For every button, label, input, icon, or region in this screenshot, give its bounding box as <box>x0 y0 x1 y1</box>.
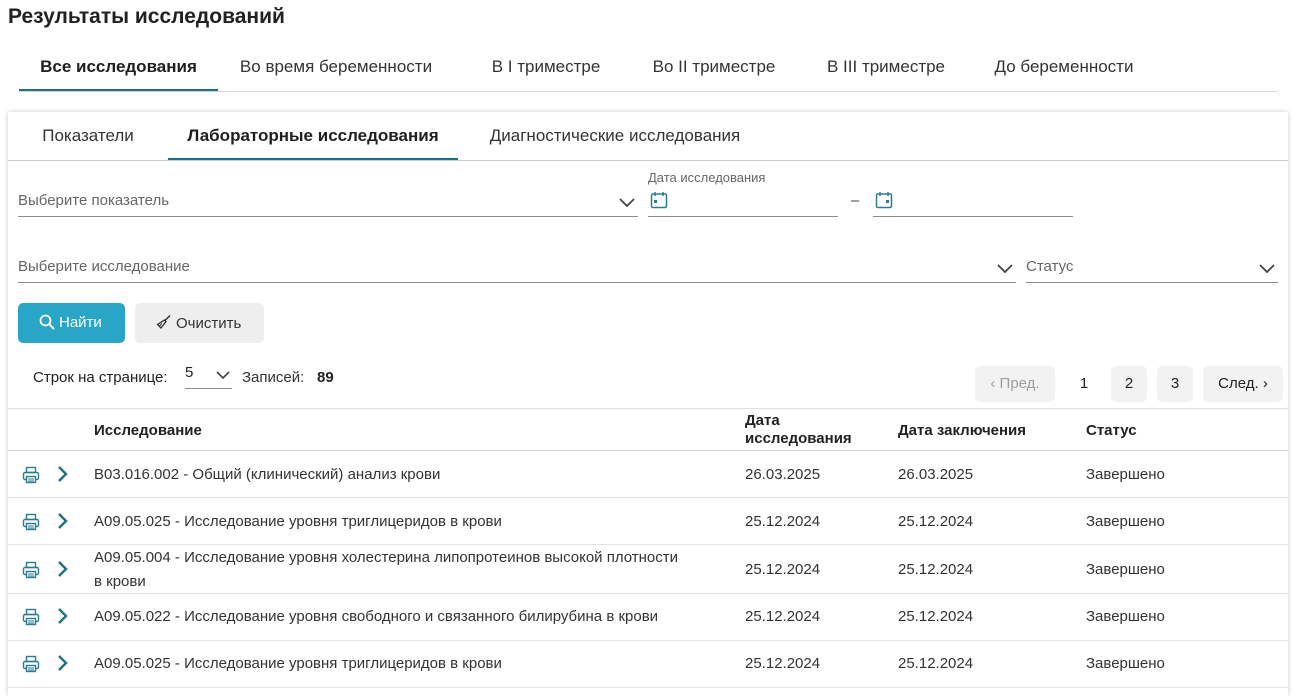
table-row[interactable]: A09.05.025 - Исследование уровня триглиц… <box>8 641 1288 688</box>
cell-status: Завершено <box>1086 513 1165 530</box>
cell-date-conclusion: 25.12.2024 <box>898 655 974 672</box>
table-row[interactable]: A09.05.025 - Исследование уровня триглиц… <box>8 498 1288 545</box>
chevron-right-icon[interactable] <box>57 560 69 578</box>
clear-button[interactable]: Очистить <box>135 303 264 343</box>
chevron-down-icon <box>216 371 230 380</box>
chevron-right-icon: › <box>1262 375 1268 392</box>
cell-study: A09.05.025 - Исследование уровня триглиц… <box>94 655 502 672</box>
cell-date-conclusion: 25.12.2024 <box>898 608 974 625</box>
next-page-button[interactable]: След. › <box>1203 366 1283 402</box>
records-label: Записей: <box>242 369 305 386</box>
calendar-icon[interactable] <box>875 191 893 209</box>
cell-study: A09.05.025 - Исследование уровня триглиц… <box>94 513 502 530</box>
tab-trimester-1[interactable]: В I триместре <box>481 48 611 91</box>
tab-during-pregnancy[interactable]: Во время беременности <box>231 48 441 91</box>
chevron-down-icon <box>997 264 1013 274</box>
table-row[interactable]: B03.016.002 - Общий (клинический) анализ… <box>8 451 1288 498</box>
cell-date-study: 25.12.2024 <box>745 655 821 672</box>
next-page-label: След. <box>1218 375 1259 392</box>
printer-icon[interactable] <box>22 655 40 673</box>
table-row[interactable]: A09.05.004 - Исследование уровня холесте… <box>8 545 1288 594</box>
header-date-study: Дата исследования <box>745 412 852 448</box>
table-header: Исследование Дата исследования Дата закл… <box>8 408 1288 451</box>
printer-icon[interactable] <box>22 561 40 579</box>
cell-date-conclusion: 26.03.2025 <box>898 466 974 483</box>
cell-study: B03.016.002 - Общий (клинический) анализ… <box>94 466 441 483</box>
date-to-field[interactable] <box>873 186 1073 217</box>
rows-per-page-value: 5 <box>185 364 194 381</box>
tab-before-pregnancy[interactable]: До беременности <box>985 48 1143 91</box>
header-date-study-line2: исследования <box>745 430 852 447</box>
find-button[interactable]: Найти <box>18 303 125 343</box>
chevron-right-icon[interactable] <box>57 607 69 625</box>
table-row[interactable]: A09.05.022 - Исследование уровня свободн… <box>8 594 1288 641</box>
cell-study: A09.05.004 - Исследование уровня холесте… <box>94 546 678 594</box>
chevron-right-icon[interactable] <box>57 465 69 483</box>
broom-icon <box>156 314 171 329</box>
status-placeholder: Статус <box>1026 258 1074 275</box>
date-from-field[interactable] <box>648 186 838 217</box>
tab-trimester-3[interactable]: В III триместре <box>815 48 957 91</box>
cell-study-line2: в крови <box>94 573 146 590</box>
date-label: Дата исследования <box>648 170 766 185</box>
tab-trimester-2[interactable]: Во II триместре <box>641 48 787 91</box>
records-count: 89 <box>317 369 334 386</box>
indicator-select[interactable]: Выберите показатель <box>18 182 638 217</box>
study-select[interactable]: Выберите исследование <box>18 248 1016 283</box>
chevron-down-icon <box>1259 264 1275 274</box>
chevron-right-icon[interactable] <box>57 654 69 672</box>
page-title: Результаты исследований <box>8 5 285 28</box>
prev-page-label: Пред. <box>999 375 1040 392</box>
header-date-study-line1: Дата <box>745 412 780 429</box>
tab-indicators[interactable]: Показатели <box>22 112 154 160</box>
header-date-conclusion: Дата заключения <box>898 422 1027 439</box>
page-2-button[interactable]: 2 <box>1111 366 1147 402</box>
tab-diagnostic-studies[interactable]: Диагностические исследования <box>470 112 760 160</box>
chevron-left-icon: ‹ <box>990 375 996 392</box>
clear-button-label: Очистить <box>176 315 242 332</box>
find-button-label: Найти <box>59 314 102 331</box>
cell-status: Завершено <box>1086 466 1165 483</box>
tab-all-studies[interactable]: Все исследования <box>19 48 218 91</box>
chevron-down-icon <box>619 198 635 208</box>
cell-study: A09.05.022 - Исследование уровня свободн… <box>94 608 659 625</box>
page-3-button[interactable]: 3 <box>1157 366 1193 402</box>
cell-status: Завершено <box>1086 608 1165 625</box>
printer-icon[interactable] <box>22 608 40 626</box>
cell-date-study: 25.12.2024 <box>745 513 821 530</box>
cell-status: Завершено <box>1086 655 1165 672</box>
tab-laboratory-studies[interactable]: Лабораторные исследования <box>168 112 458 160</box>
cell-date-study: 25.12.2024 <box>745 561 821 578</box>
results-card: Показатели Лабораторные исследования Диа… <box>8 112 1288 696</box>
chevron-right-icon[interactable] <box>57 512 69 530</box>
date-separator: – <box>851 192 860 209</box>
sub-tabs: Показатели Лабораторные исследования Диа… <box>8 112 1288 161</box>
cell-date-conclusion: 25.12.2024 <box>898 513 974 530</box>
calendar-icon[interactable] <box>650 191 668 209</box>
page-1-button[interactable]: 1 <box>1066 366 1102 402</box>
study-placeholder: Выберите исследование <box>18 258 190 275</box>
prev-page-button[interactable]: ‹ Пред. <box>975 366 1055 402</box>
printer-icon[interactable] <box>22 513 40 531</box>
header-study: Исследование <box>94 422 202 439</box>
cell-study-line1: A09.05.004 - Исследование уровня холесте… <box>94 549 679 566</box>
cell-date-study: 26.03.2025 <box>745 466 821 483</box>
cell-status: Завершено <box>1086 561 1165 578</box>
rows-per-page-select[interactable]: 5 <box>185 363 232 389</box>
status-select[interactable]: Статус <box>1026 248 1278 283</box>
cell-date-conclusion: 25.12.2024 <box>898 561 974 578</box>
search-icon <box>39 314 55 330</box>
cell-date-study: 25.12.2024 <box>745 608 821 625</box>
top-tabs: Все исследования Во время беременности В… <box>19 48 1277 92</box>
printer-icon[interactable] <box>22 466 40 484</box>
header-status: Статус <box>1086 422 1137 439</box>
indicator-placeholder: Выберите показатель <box>18 192 170 209</box>
rows-per-page-label: Строк на странице: <box>33 369 168 386</box>
